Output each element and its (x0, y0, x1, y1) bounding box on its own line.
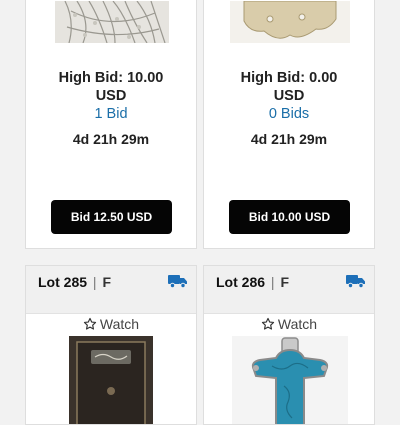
lot-title[interactable]: Lot 285 | F (38, 274, 111, 290)
bid-count-link[interactable]: 0 Bids (204, 106, 374, 122)
star-icon (83, 317, 97, 330)
truck-icon (346, 275, 365, 289)
watch-button[interactable]: Watch (204, 316, 374, 332)
lot-title[interactable]: Lot 286 | F (216, 274, 289, 290)
high-bid-amount: High Bid: 0.00 (240, 70, 338, 86)
watch-label: Watch (277, 316, 318, 332)
watch-button[interactable]: Watch (26, 316, 196, 332)
lot-header: Lot 285 | F (26, 266, 196, 314)
lot-flag: F (280, 274, 289, 290)
high-bid-currency: USD (273, 88, 305, 104)
star-icon (261, 317, 275, 330)
time-left: 4d 21h 29m (250, 131, 328, 147)
high-bid: High Bid: 0.00 USD (204, 69, 374, 105)
lot-separator: | (270, 274, 275, 290)
lot-card: High Bid: 10.00 USD 1 Bid 4d 21h 29m Bid… (25, 0, 197, 249)
lot-card: Lot 285 | F Watch (25, 265, 197, 425)
high-bid-currency: USD (95, 88, 127, 104)
bid-count-link[interactable]: 1 Bid (26, 106, 196, 122)
bid-button[interactable]: Bid 10.00 USD (229, 200, 350, 234)
time-left: 4d 21h 29m (72, 131, 150, 147)
bid-button[interactable]: Bid 12.50 USD (51, 200, 172, 234)
lot-separator: | (92, 274, 97, 290)
high-bid: High Bid: 10.00 USD (26, 69, 196, 105)
high-bid-amount: High Bid: 10.00 (58, 70, 164, 86)
truck-icon (168, 275, 187, 289)
lot-image[interactable] (69, 336, 153, 424)
lot-image[interactable] (55, 1, 169, 43)
lot-card: High Bid: 0.00 USD 0 Bids 4d 21h 29m Bid… (203, 0, 375, 249)
lot-number: Lot 285 (38, 274, 88, 290)
lot-image[interactable] (230, 1, 350, 43)
lot-number: Lot 286 (216, 274, 266, 290)
lot-header: Lot 286 | F (204, 266, 374, 314)
lot-image[interactable] (232, 336, 348, 424)
lot-flag: F (102, 274, 111, 290)
watch-label: Watch (99, 316, 140, 332)
lot-card: Lot 286 | F Watch (203, 265, 375, 425)
